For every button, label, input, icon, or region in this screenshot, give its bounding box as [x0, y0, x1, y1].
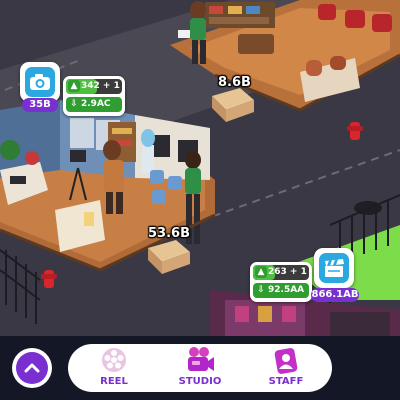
film-station-level-badge: 866.1AB: [311, 288, 359, 302]
camera-icon: [30, 74, 50, 90]
film-station-button[interactable]: [314, 248, 354, 288]
staff-badge-icon: [274, 348, 298, 374]
photo-station-icon-tile: [25, 67, 55, 97]
nav-tab-staff-label: STAFF: [268, 376, 304, 387]
film-station-income: ⇩ 92.5AA: [253, 283, 309, 298]
upgrade-arrow-icon: ⇩: [257, 285, 265, 295]
expand-menu-disc: [16, 352, 48, 384]
chevron-up-icon: [24, 363, 40, 373]
film-station-progress-text: 263 + 1: [268, 267, 307, 277]
photo-station-income-text: 2.9AC: [81, 99, 111, 109]
cash-pickup-amount[interactable]: 8.6B: [218, 75, 251, 90]
photo-station-progress: ▲ 342 + 1: [66, 79, 122, 94]
photo-station-level-badge: 35B: [22, 98, 58, 112]
photo-station-button[interactable]: [20, 62, 60, 102]
photo-station-stats[interactable]: ▲ 342 + 1 ⇩ 2.9AC: [63, 76, 125, 116]
nav-tab-reel-label: REEL: [100, 376, 128, 387]
cash-pickup-amount[interactable]: 53.6B: [148, 226, 190, 241]
film-reel-icon: [102, 348, 126, 372]
photo-station-income: ⇩ 2.9AC: [66, 97, 122, 112]
nav-tab-studio-label: STUDIO: [178, 376, 222, 387]
nav-tab-staff[interactable]: STAFF: [251, 344, 321, 392]
nav-tab-studio[interactable]: STUDIO: [165, 344, 235, 392]
movie-camera-icon: [188, 347, 214, 371]
photo-station-progress-text: 342 + 1: [81, 81, 120, 91]
film-station-progress: ▲ 263 + 1: [253, 265, 309, 280]
level-up-icon: ▲: [68, 80, 80, 92]
film-station-icon-tile: [319, 253, 349, 283]
level-up-icon: ▲: [255, 266, 267, 278]
film-station-stats[interactable]: ▲ 263 + 1 ⇩ 92.5AA: [250, 262, 312, 302]
upgrade-arrow-icon: ⇩: [70, 99, 78, 109]
film-station-income-text: 92.5AA: [268, 285, 305, 295]
clapperboard-icon: [325, 259, 344, 277]
expand-menu-button[interactable]: [12, 348, 52, 388]
nav-tab-reel[interactable]: REEL: [79, 344, 149, 392]
